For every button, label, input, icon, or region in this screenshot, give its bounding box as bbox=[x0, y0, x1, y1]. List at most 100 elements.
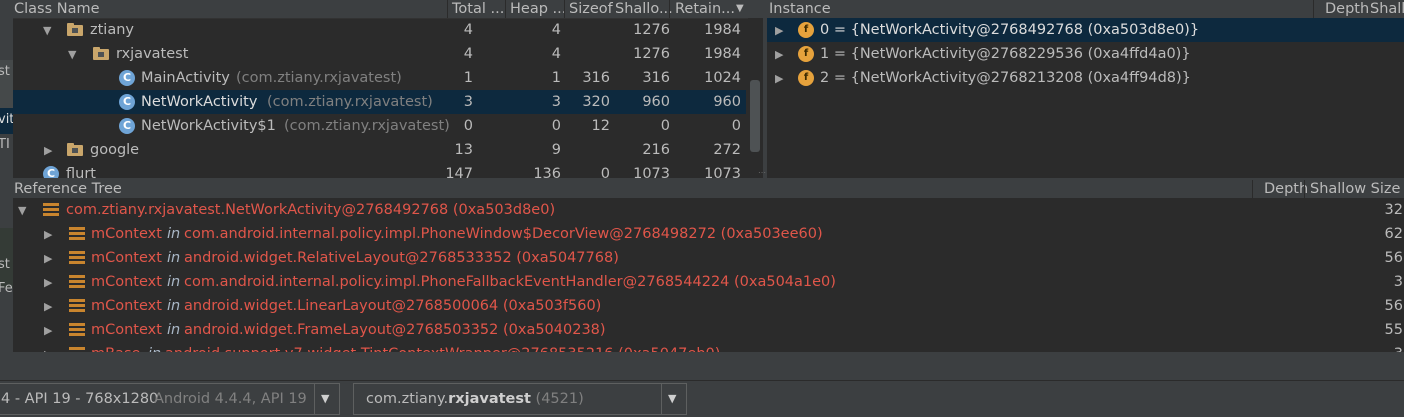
in-keyword: in bbox=[148, 342, 161, 352]
collapsed-arrow-icon[interactable]: ▶ bbox=[775, 19, 783, 43]
field-name: mContext bbox=[91, 274, 162, 290]
column-shallow[interactable]: Shall bbox=[1370, 0, 1404, 18]
left-fragment: st bbox=[0, 64, 10, 79]
heap-count: 3 bbox=[551, 94, 561, 110]
reference-target: android.support.v7.widget.TintContextWra… bbox=[165, 342, 720, 352]
instance-row-selected[interactable]: ▶ f 0 = {NetWorkActivity@2768492768 (0xa… bbox=[767, 18, 1404, 42]
collapsed-arrow-icon[interactable]: ▶ bbox=[44, 271, 52, 295]
instance-panel: Instance Depth Shall ▶ f 0 = {NetWorkAct… bbox=[767, 0, 1404, 178]
collapsed-arrow-icon[interactable]: ▶ bbox=[44, 139, 52, 163]
collapsed-arrow-icon[interactable]: ▶ bbox=[44, 319, 52, 343]
collapsed-arrow-icon[interactable]: ▶ bbox=[775, 67, 783, 91]
column-sizeof[interactable]: Sizeof bbox=[569, 0, 613, 18]
package-name: flurt bbox=[66, 166, 96, 178]
field-name: mContext bbox=[91, 322, 162, 338]
reference-row[interactable]: ▶ mContext in com.android.internal.polic… bbox=[13, 270, 1404, 294]
shallow-size: 216 bbox=[642, 142, 670, 158]
device-selector[interactable]: 4 - API 19 - 768x1280 Android 4.4.4, API… bbox=[0, 383, 340, 415]
process-package-bold: rxjavatest bbox=[448, 391, 531, 407]
column-instance[interactable]: Instance bbox=[769, 0, 831, 18]
sizeof bbox=[573, 18, 610, 42]
reference-row[interactable]: ▶ mContext in android.widget.LinearLayou… bbox=[13, 294, 1404, 318]
tree-row-package[interactable]: ▶ google 13 9 216 272 bbox=[13, 138, 746, 162]
tree-row-class-selected[interactable]: C NetWorkActivity (com.ztiany.rxjavatest… bbox=[13, 90, 746, 114]
class-name: NetWorkActivity bbox=[141, 94, 258, 110]
class-table-header: Class Name Total ... Heap ... Sizeof Sha… bbox=[13, 0, 763, 19]
class-icon: C bbox=[119, 94, 135, 110]
column-class-name[interactable]: Class Name bbox=[14, 0, 100, 18]
scrollbar-thumb[interactable] bbox=[750, 80, 760, 152]
total-count: 13 bbox=[454, 142, 473, 158]
retained-size: 1984 bbox=[704, 46, 741, 62]
expanded-arrow-icon[interactable]: ▼ bbox=[43, 19, 51, 43]
column-shallow-size[interactable]: Shallow Size bbox=[1310, 180, 1400, 198]
instance-label: 2 = {NetWorkActivity@2768213208 (0xa4ff9… bbox=[820, 70, 1191, 86]
instance-stack-icon bbox=[69, 227, 85, 241]
column-heap-count[interactable]: Heap ... bbox=[510, 0, 566, 18]
field-name: mContext bbox=[91, 226, 162, 242]
column-reference-tree[interactable]: Reference Tree bbox=[14, 180, 122, 198]
panel-footer-strip bbox=[0, 352, 1404, 380]
package-name: rxjavatest bbox=[116, 46, 189, 62]
shallow-size: 1276 bbox=[633, 22, 670, 38]
instance-label: 0 = {NetWorkActivity@2768492768 (0xa503d… bbox=[820, 22, 1200, 38]
expanded-arrow-icon[interactable]: ▼ bbox=[68, 43, 76, 67]
tree-row-class[interactable]: C MainActivity (com.ztiany.rxjavatest) 1… bbox=[13, 66, 746, 90]
field-badge-icon: f bbox=[798, 70, 814, 86]
reference-tree-panel: Reference Tree Depth Shallow Size ▼ com.… bbox=[13, 180, 1404, 352]
total-count: 4 bbox=[463, 46, 473, 62]
package-name: ztiany bbox=[90, 22, 134, 38]
reference-row[interactable]: ▶ mContext in com.android.internal.polic… bbox=[13, 222, 1404, 246]
instance-stack-icon bbox=[43, 203, 59, 217]
column-total-count[interactable]: Total ... bbox=[452, 0, 504, 18]
dropdown-arrow-icon[interactable]: ▼ bbox=[668, 392, 676, 405]
column-depth[interactable]: Depth bbox=[1325, 0, 1369, 18]
heap-count: 9 bbox=[551, 142, 561, 158]
collapsed-arrow-icon[interactable]: ▶ bbox=[44, 343, 52, 352]
reference-row[interactable]: ▶ mContext in android.widget.FrameLayout… bbox=[13, 318, 1404, 342]
field-name: mContext bbox=[91, 250, 162, 266]
sizeof: 0 bbox=[600, 166, 610, 178]
reference-root-row[interactable]: ▼ com.ztiany.rxjavatest.NetWorkActivity@… bbox=[13, 198, 1404, 222]
process-selector[interactable]: com.ztiany.rxjavatest (4521) ▼ bbox=[353, 383, 687, 415]
column-depth[interactable]: Depth bbox=[1264, 180, 1308, 198]
shallow-size: 56 bbox=[1384, 250, 1403, 266]
instance-stack-icon bbox=[69, 251, 85, 265]
retained-size: 0 bbox=[731, 118, 741, 134]
instance-row[interactable]: ▶ f 1 = {NetWorkActivity@2768229536 (0xa… bbox=[767, 42, 1404, 66]
device-detail: Android 4.4.4, API 19 bbox=[154, 391, 307, 407]
tree-row-class[interactable]: C NetWorkActivity$1 (com.ztiany.rxjavate… bbox=[13, 114, 746, 138]
sizeof: 320 bbox=[582, 94, 610, 110]
tree-row-package[interactable]: C flurt 147 136 0 1073 1073 bbox=[13, 162, 746, 178]
shallow-size: 32 bbox=[1384, 202, 1403, 218]
class-package: (com.ztiany.rxjavatest) bbox=[236, 70, 402, 86]
collapsed-arrow-icon[interactable]: ▶ bbox=[775, 43, 783, 67]
column-shallow-size[interactable]: Shallo... bbox=[615, 0, 673, 18]
shallow-size: 1073 bbox=[633, 166, 670, 178]
heap-count: 4 bbox=[551, 46, 561, 62]
instance-row[interactable]: ▶ f 2 = {NetWorkActivity@2768213208 (0xa… bbox=[767, 66, 1404, 90]
expanded-arrow-icon[interactable]: ▼ bbox=[18, 199, 26, 223]
reference-row[interactable]: ▶ mBase in android.support.v7.widget.Tin… bbox=[13, 342, 1404, 352]
retained-size: 272 bbox=[713, 142, 741, 158]
tree-row-package[interactable]: ▼ rxjavatest 4 4 1276 1984 bbox=[13, 42, 746, 66]
collapsed-arrow-icon[interactable]: ▶ bbox=[44, 223, 52, 247]
instance-stack-icon bbox=[69, 323, 85, 337]
column-retained-size[interactable]: Retain... bbox=[675, 0, 735, 18]
class-table-scrollbar[interactable] bbox=[748, 18, 763, 178]
collapsed-arrow-icon[interactable]: ▶ bbox=[44, 295, 52, 319]
tree-row-package[interactable]: ▼ ztiany 4 4 1276 1984 bbox=[13, 18, 746, 42]
heap-count: 136 bbox=[533, 166, 561, 178]
shallow-size: 0 bbox=[660, 118, 670, 134]
dropdown-arrow-icon[interactable]: ▼ bbox=[321, 392, 329, 405]
in-keyword: in bbox=[167, 274, 181, 290]
heap-count: 1 bbox=[551, 70, 561, 86]
package-name: google bbox=[90, 142, 140, 158]
sort-desc-icon[interactable]: ▼ bbox=[736, 0, 744, 18]
reference-row[interactable]: ▶ mContext in android.widget.RelativeLay… bbox=[13, 246, 1404, 270]
instance-label: 1 = {NetWorkActivity@2768229536 (0xa4ffd… bbox=[820, 46, 1191, 62]
collapsed-arrow-icon[interactable]: ▶ bbox=[44, 247, 52, 271]
heap-count: 4 bbox=[551, 22, 561, 38]
left-fragment: Fe bbox=[0, 281, 13, 296]
total-count: 3 bbox=[463, 94, 473, 110]
